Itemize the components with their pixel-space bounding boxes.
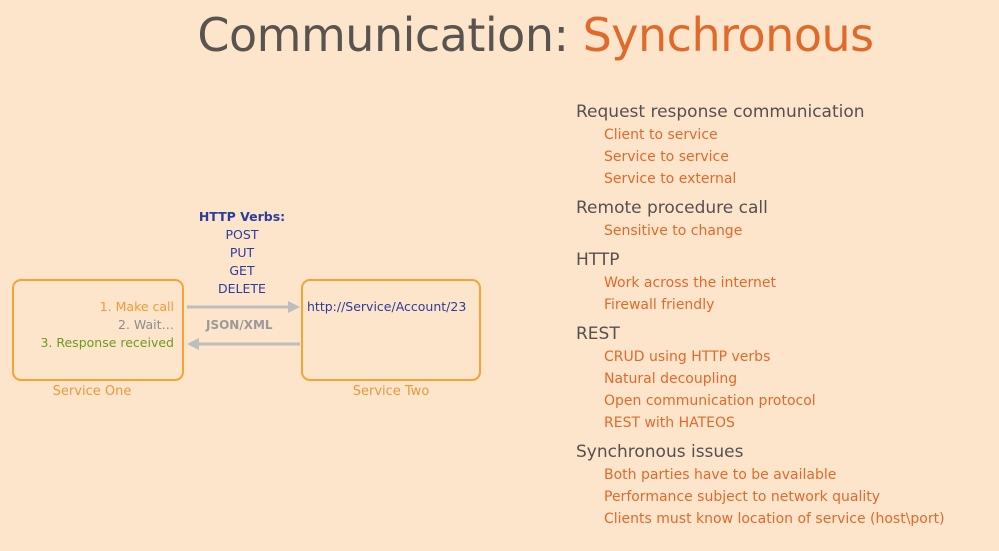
topics-list: Request response communication Client to… (576, 100, 945, 530)
topic-title: Remote procedure call (576, 198, 768, 218)
topic-title: Synchronous issues (576, 442, 744, 462)
request-arrow (187, 301, 300, 313)
topic-item: Sensitive to change (604, 223, 743, 239)
topic-item: Work across the internet (604, 275, 777, 291)
topic-item: Open communication protocol (604, 393, 816, 409)
topic-item: Clients must know location of service (h… (604, 511, 945, 527)
topic-title: Request response communication (576, 102, 865, 122)
topic-item: Firewall friendly (604, 297, 715, 313)
topic-item: Both parties have to be available (604, 467, 837, 483)
topic-title: REST (576, 324, 620, 344)
response-arrow (187, 338, 300, 350)
topic-item: Performance subject to network quality (604, 489, 881, 505)
topic-item: CRUD using HTTP verbs (604, 349, 771, 365)
topic-item: Service to service (604, 149, 729, 165)
topic-item: Natural decoupling (604, 371, 738, 387)
topic-title: HTTP (576, 250, 620, 270)
topic-item: Service to external (604, 171, 737, 187)
topic-item: REST with HATEOS (604, 415, 735, 431)
topic-item: Client to service (604, 127, 718, 143)
